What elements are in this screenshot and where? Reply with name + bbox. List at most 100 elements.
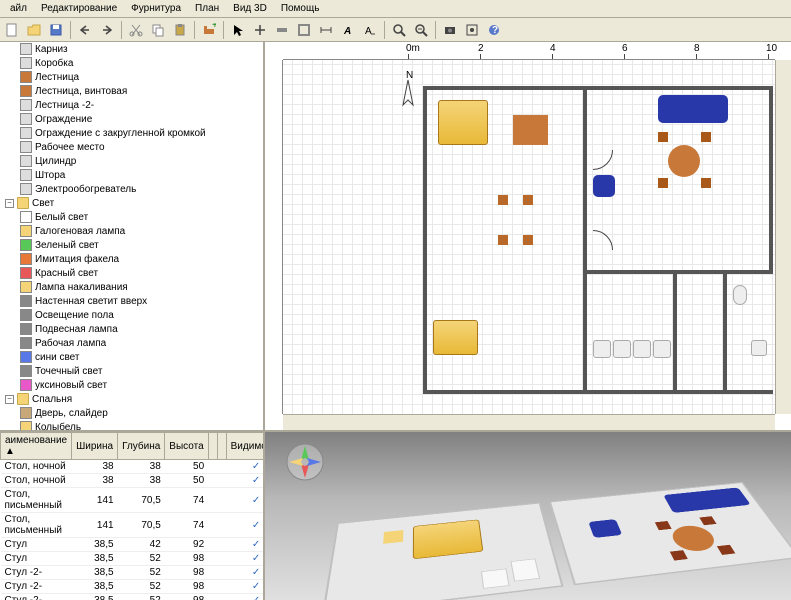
select-tool[interactable] (228, 20, 248, 40)
tree-item[interactable]: Коробка (0, 56, 263, 70)
tree-item[interactable]: Колыбель (0, 420, 263, 432)
redo-button[interactable] (97, 20, 117, 40)
tree-item[interactable]: Штора (0, 168, 263, 182)
collapse-icon[interactable]: − (5, 199, 14, 208)
plan-armchair[interactable] (593, 175, 615, 197)
table-row[interactable]: Стул -2-38,55298✓ (1, 594, 264, 600)
dimension-tool[interactable] (316, 20, 336, 40)
plan-sink[interactable] (751, 340, 767, 356)
tree-item[interactable]: Освещение пола (0, 308, 263, 322)
tree-item[interactable]: Дверь, слайдер (0, 406, 263, 420)
plan-canvas[interactable]: N (283, 60, 775, 414)
create-photo-button[interactable] (440, 20, 460, 40)
tree-item[interactable]: Подвесная лампа (0, 322, 263, 336)
tree-item[interactable]: Имитация факела (0, 252, 263, 266)
tree-item[interactable]: Зеленый свет (0, 238, 263, 252)
plan-bed[interactable] (433, 320, 478, 355)
menu-view3d[interactable]: Вид 3D (227, 2, 273, 15)
plan-cabinet[interactable] (653, 340, 671, 358)
table-row[interactable]: Стол, ночной383850✓ (1, 460, 264, 474)
column-header[interactable]: Глубина (118, 433, 165, 460)
plan-scrollbar-v[interactable] (775, 60, 791, 414)
column-header[interactable] (217, 433, 226, 460)
nav-3d-compass-icon[interactable] (285, 442, 325, 482)
tree-item[interactable]: Лестница -2- (0, 98, 263, 112)
plan-desk[interactable] (513, 115, 548, 145)
tree-item[interactable]: −Спальня (0, 392, 263, 406)
plan-chair[interactable] (658, 178, 668, 188)
plan-scrollbar-h[interactable] (283, 414, 775, 430)
new-button[interactable] (2, 20, 22, 40)
tree-item[interactable]: Лампа накаливания (0, 280, 263, 294)
table-row[interactable]: Стол, ночной383850✓ (1, 474, 264, 488)
text2-tool[interactable]: A (360, 20, 380, 40)
tree-item[interactable]: −Свет (0, 196, 263, 210)
tree-item[interactable]: Электрообогреватель (0, 182, 263, 196)
column-header[interactable]: Высота (165, 433, 208, 460)
plan-chair[interactable] (523, 235, 533, 245)
column-header[interactable]: аименование ▲ (1, 433, 72, 460)
column-header[interactable] (208, 433, 217, 460)
undo-button[interactable] (75, 20, 95, 40)
plan-chair[interactable] (523, 195, 533, 205)
plan-cabinet[interactable] (633, 340, 651, 358)
pan-tool[interactable] (250, 20, 270, 40)
text-tool[interactable]: A (338, 20, 358, 40)
zoom-tool[interactable] (389, 20, 409, 40)
plan-sofa[interactable] (658, 95, 728, 123)
save-button[interactable] (46, 20, 66, 40)
help-button[interactable]: ? (484, 20, 504, 40)
furniture-table[interactable]: аименование ▲ШиринаГлубинаВысота Видимост… (0, 432, 263, 600)
menu-edit[interactable]: Редактирование (35, 2, 123, 15)
copy-button[interactable] (148, 20, 168, 40)
3d-stove[interactable] (481, 568, 510, 588)
tree-item[interactable]: Ограждение с закругленной кромкой (0, 126, 263, 140)
tree-item[interactable]: Настенная светит вверх (0, 294, 263, 308)
tree-item[interactable]: Красный свет (0, 266, 263, 280)
plan-chair[interactable] (658, 132, 668, 142)
column-header[interactable]: Видимость (226, 433, 263, 460)
column-header[interactable]: Ширина (72, 433, 118, 460)
plan-chair[interactable] (498, 235, 508, 245)
view-3d[interactable] (265, 432, 791, 600)
plan-cabinet[interactable] (613, 340, 631, 358)
wall-tool[interactable] (272, 20, 292, 40)
open-button[interactable] (24, 20, 44, 40)
tree-item[interactable]: Карниз (0, 42, 263, 56)
tree-item[interactable]: Лестница (0, 70, 263, 84)
furniture-tree[interactable]: КарнизКоробкаЛестницаЛестница, винтоваяЛ… (0, 42, 263, 432)
paste-button[interactable] (170, 20, 190, 40)
tree-item[interactable]: сини свет (0, 350, 263, 364)
plan-toilet[interactable] (733, 285, 747, 305)
tree-item[interactable]: Белый свет (0, 210, 263, 224)
table-row[interactable]: Стол, письменный14170,574✓ (1, 513, 264, 538)
add-furniture-button[interactable]: + (199, 20, 219, 40)
plan-chair[interactable] (498, 195, 508, 205)
plan-bunk-bed[interactable] (438, 100, 488, 145)
plan-chair[interactable] (701, 132, 711, 142)
table-row[interactable]: Стул -2-38,55298✓ (1, 566, 264, 580)
tree-item[interactable]: Ограждение (0, 112, 263, 126)
room-tool[interactable] (294, 20, 314, 40)
table-row[interactable]: Стул -2-38,55298✓ (1, 580, 264, 594)
plan-cabinet[interactable] (593, 340, 611, 358)
table-row[interactable]: Стул38,55298✓ (1, 552, 264, 566)
collapse-icon[interactable]: − (5, 395, 14, 404)
table-row[interactable]: Стул38,54292✓ (1, 538, 264, 552)
tree-item[interactable]: Рабочая лампа (0, 336, 263, 350)
menu-furniture[interactable]: Фурнитура (125, 2, 187, 15)
tree-item[interactable]: Галогеновая лампа (0, 224, 263, 238)
tree-item[interactable]: Лестница, винтовая (0, 84, 263, 98)
plan-2d-view[interactable]: 0m246810 N (265, 42, 791, 432)
3d-fridge[interactable] (510, 559, 540, 582)
menu-file[interactable]: айл (4, 2, 33, 15)
table-row[interactable]: Стол, письменный14170,574✓ (1, 488, 264, 513)
cut-button[interactable] (126, 20, 146, 40)
tree-item[interactable]: Точечный свет (0, 364, 263, 378)
tree-item[interactable]: Цилиндр (0, 154, 263, 168)
plan-round-table[interactable] (668, 145, 700, 177)
3d-nightstand[interactable] (383, 530, 403, 544)
menu-help[interactable]: Помощь (275, 2, 326, 15)
plan-chair[interactable] (701, 178, 711, 188)
tree-item[interactable]: Рабочее место (0, 140, 263, 154)
